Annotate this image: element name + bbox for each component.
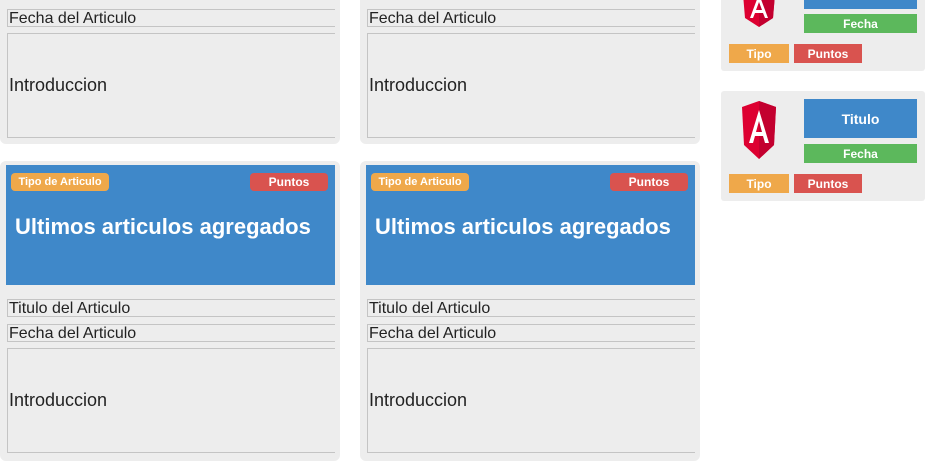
article-date: Fecha del Articulo — [367, 324, 695, 342]
article-date: Fecha del Articulo — [7, 324, 335, 342]
article-date: Fecha del Articulo — [7, 9, 335, 27]
title-button[interactable]: Titulo — [804, 99, 917, 138]
article-title: Titulo del Articulo — [7, 299, 335, 317]
article-card-2[interactable]: Tipo de Articulo Puntos Ultimos articulo… — [360, 161, 700, 461]
article-card-1[interactable]: Tipo de Articulo Puntos Ultimos articulo… — [0, 161, 340, 461]
type-button[interactable]: Tipo — [729, 44, 789, 63]
type-button[interactable]: Tipo — [729, 174, 789, 193]
date-button[interactable]: Fecha — [804, 14, 917, 33]
article-intro: Introduccion — [367, 348, 695, 453]
article-hero-title: Ultimos articulos agregados — [375, 214, 671, 239]
angular-logo-icon — [743, 0, 775, 27]
article-points-badge[interactable]: Puntos — [610, 173, 688, 191]
article-points-badge[interactable]: Puntos — [250, 173, 328, 191]
article-type-badge[interactable]: Tipo de Articulo — [371, 173, 469, 191]
article-type-badge[interactable]: Tipo de Articulo — [11, 173, 109, 191]
side-card-1[interactable]: Fecha Tipo Puntos — [721, 0, 925, 71]
side-card-2[interactable]: Titulo Fecha Tipo Puntos — [721, 91, 925, 201]
article-hero: Tipo de Articulo Puntos Ultimos articulo… — [366, 165, 695, 285]
points-button[interactable]: Puntos — [794, 44, 862, 63]
article-hero-title: Ultimos articulos agregados — [15, 214, 311, 239]
date-button[interactable]: Fecha — [804, 144, 917, 163]
article-intro: Introduccion — [367, 33, 695, 138]
points-button[interactable]: Puntos — [794, 174, 862, 193]
article-date: Fecha del Articulo — [367, 9, 695, 27]
angular-logo-icon — [742, 101, 776, 159]
article-intro-text: Introduccion — [9, 75, 108, 95]
article-intro: Introduccion — [7, 348, 335, 453]
article-intro-text: Introduccion — [9, 390, 108, 410]
article-intro-text: Introduccion — [369, 390, 468, 410]
article-title: Titulo del Articulo — [367, 299, 695, 317]
article-intro-text: Introduccion — [369, 75, 468, 95]
article-hero: Tipo de Articulo Puntos Ultimos articulo… — [6, 165, 335, 285]
article-card-top-2: Fecha del Articulo Introduccion — [360, 0, 700, 144]
article-card-top-1: Fecha del Articulo Introduccion — [0, 0, 340, 144]
article-intro: Introduccion — [7, 33, 335, 138]
title-button[interactable] — [804, 0, 917, 9]
